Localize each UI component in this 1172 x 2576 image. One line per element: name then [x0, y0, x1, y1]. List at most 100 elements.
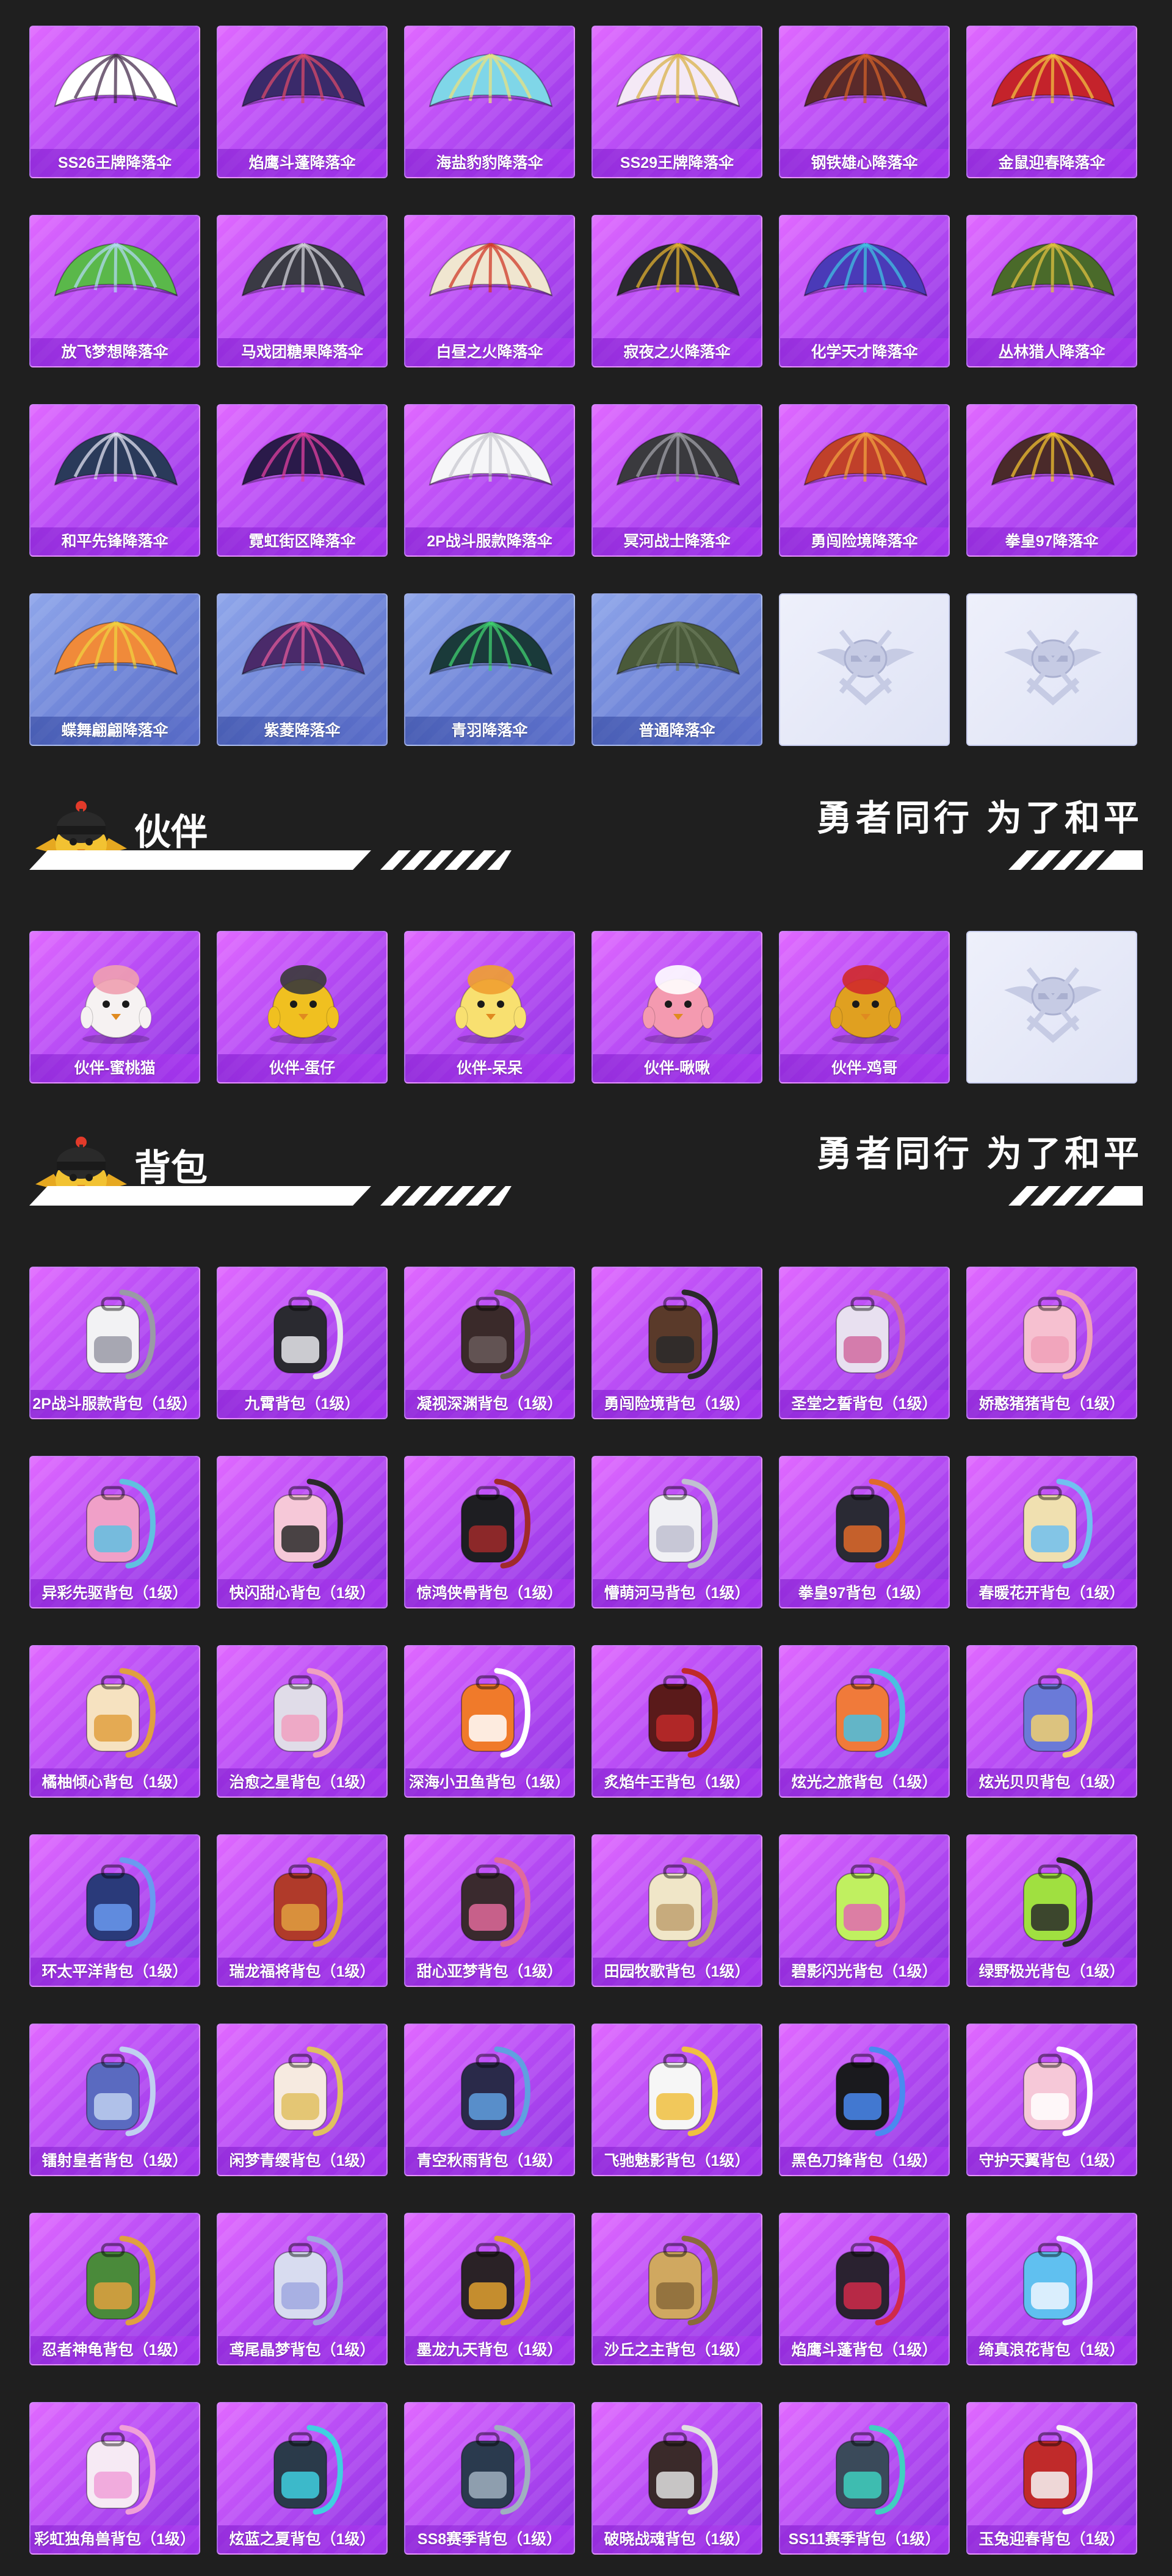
parachute-icon: [54, 432, 178, 486]
backpack-card[interactable]: 碧影闪光背包（1级）: [779, 1834, 950, 1987]
winged-helmet-emblem-icon: [1004, 629, 1102, 706]
parachute-icon: [429, 621, 553, 675]
backpack-card[interactable]: 惊鸿侠骨背包（1级）: [404, 1456, 575, 1608]
item-label: 蝶舞翩翩降落伞: [31, 717, 199, 745]
backpack-card[interactable]: SS11赛季背包（1级）: [779, 2402, 950, 2555]
backpack-card[interactable]: 守护天翼背包（1级）: [966, 2024, 1137, 2176]
slogan-stripes: [1008, 1186, 1143, 1206]
parachute-card[interactable]: 钢铁雄心降落伞: [779, 26, 950, 178]
backpack-card[interactable]: 橘柚倾心背包（1级）: [29, 1645, 200, 1798]
parachute-card[interactable]: 海盐豹豹降落伞: [404, 26, 575, 178]
backpack-card[interactable]: 凝视深渊背包（1级）: [404, 1267, 575, 1419]
backpack-card[interactable]: 甜心亚梦背包（1级）: [404, 1834, 575, 1987]
backpack-card[interactable]: 拳皇97背包（1级）: [779, 1456, 950, 1608]
parachute-card[interactable]: 普通降落伞: [591, 593, 762, 746]
parachute-card[interactable]: 化学天才降落伞: [779, 215, 950, 367]
parachute-card[interactable]: 紫菱降落伞: [217, 593, 388, 746]
companion-card[interactable]: 伙伴-蜜桃猫: [29, 931, 200, 1084]
item-label: 绿野极光背包（1级）: [968, 1958, 1136, 1986]
backpack-card[interactable]: 懵萌河马背包（1级）: [591, 1456, 762, 1608]
parachute-icon: [803, 432, 928, 486]
item-label: 青羽降落伞: [405, 717, 574, 745]
backpack-card[interactable]: 忍者神龟背包（1级）: [29, 2213, 200, 2365]
backpack-card[interactable]: 青空秋雨背包（1级）: [404, 2024, 575, 2176]
backpack-card[interactable]: 圣堂之誓背包（1级）: [779, 1267, 950, 1419]
parachute-card[interactable]: 和平先锋降落伞: [29, 404, 200, 557]
parachute-card[interactable]: 寂夜之火降落伞: [591, 215, 762, 367]
item-label: 冥河战士降落伞: [593, 527, 761, 555]
item-label: 白昼之火降落伞: [405, 338, 574, 366]
item-label: 环太平洋背包（1级）: [31, 1958, 199, 1986]
backpack-card[interactable]: 绿野极光背包（1级）: [966, 1834, 1137, 1987]
backpack-card[interactable]: 快闪甜心背包（1级）: [217, 1456, 388, 1608]
companion-card[interactable]: 伙伴-啾啾: [591, 931, 762, 1084]
backpack-card[interactable]: 治愈之星背包（1级）: [217, 1645, 388, 1798]
item-label: SS8赛季背包（1级）: [405, 2525, 574, 2553]
parachute-icon: [54, 242, 178, 297]
parachute-card[interactable]: 2P战斗服款降落伞: [404, 404, 575, 557]
parachute-card[interactable]: SS29王牌降落伞: [591, 26, 762, 178]
parachute-icon: [54, 53, 178, 107]
backpack-card[interactable]: 深海小丑鱼背包（1级）: [404, 1645, 575, 1798]
backpack-card[interactable]: 飞驰魅影背包（1级）: [591, 2024, 762, 2176]
backpack-card[interactable]: 春暖花开背包（1级）: [966, 1456, 1137, 1608]
backpack-card[interactable]: 绮真浪花背包（1级）: [966, 2213, 1137, 2365]
parachute-icon: [991, 242, 1115, 297]
backpack-card[interactable]: 炙焰牛王背包（1级）: [591, 1645, 762, 1798]
backpack-card[interactable]: 破晓战魂背包（1级）: [591, 2402, 762, 2555]
backpack-icon: [461, 1289, 530, 1380]
item-label: 沙丘之主背包（1级）: [593, 2336, 761, 2364]
item-label: 拳皇97降落伞: [968, 527, 1136, 555]
backpack-card[interactable]: 炫光贝贝背包（1级）: [966, 1645, 1137, 1798]
companion-card[interactable]: 伙伴-鸡哥: [779, 931, 950, 1084]
backpack-card[interactable]: 沙丘之主背包（1级）: [591, 2213, 762, 2365]
backpack-card[interactable]: 2P战斗服款背包（1级）: [29, 1267, 200, 1419]
companion-icon: [267, 965, 339, 1044]
backpack-card[interactable]: SS8赛季背包（1级）: [404, 2402, 575, 2555]
parachute-icon: [241, 53, 366, 107]
parachute-card[interactable]: 冥河战士降落伞: [591, 404, 762, 557]
parachute-card[interactable]: 拳皇97降落伞: [966, 404, 1137, 557]
backpack-card[interactable]: 异彩先驱背包（1级）: [29, 1456, 200, 1608]
backpack-card[interactable]: 九霄背包（1级）: [217, 1267, 388, 1419]
companion-icon: [80, 965, 152, 1044]
companion-card[interactable]: 伙伴-蛋仔: [217, 931, 388, 1084]
parachute-icon: [241, 432, 366, 486]
parachute-icon: [616, 432, 740, 486]
parachute-card[interactable]: 金鼠迎春降落伞: [966, 26, 1137, 178]
parachute-card[interactable]: 勇闯险境降落伞: [779, 404, 950, 557]
backpack-card[interactable]: 环太平洋背包（1级）: [29, 1834, 200, 1987]
backpack-card[interactable]: 瑞龙福将背包（1级）: [217, 1834, 388, 1987]
backpack-card[interactable]: 炫光之旅背包（1级）: [779, 1645, 950, 1798]
backpack-card[interactable]: 炫蓝之夏背包（1级）: [217, 2402, 388, 2555]
backpack-card[interactable]: 墨龙九天背包（1级）: [404, 2213, 575, 2365]
backpack-card[interactable]: 鸢尾晶梦背包（1级）: [217, 2213, 388, 2365]
item-label: 黑色刀锋背包（1级）: [780, 2147, 949, 2175]
backpack-card[interactable]: 田园牧歌背包（1级）: [591, 1834, 762, 1987]
parachute-card[interactable]: 焰鹰斗蓬降落伞: [217, 26, 388, 178]
backpack-card[interactable]: 焰鹰斗蓬背包（1级）: [779, 2213, 950, 2365]
parachute-card[interactable]: 青羽降落伞: [404, 593, 575, 746]
backpack-card[interactable]: 勇闯险境背包（1级）: [591, 1267, 762, 1419]
item-label: 霓虹街区降落伞: [218, 527, 386, 555]
item-label: 焰鹰斗蓬降落伞: [218, 149, 386, 177]
parachute-card[interactable]: 霓虹街区降落伞: [217, 404, 388, 557]
parachute-card[interactable]: SS26王牌降落伞: [29, 26, 200, 178]
empty-slot-card: [966, 593, 1137, 746]
parachute-card[interactable]: 蝶舞翩翩降落伞: [29, 593, 200, 746]
parachute-card[interactable]: 丛林猎人降落伞: [966, 215, 1137, 367]
backpack-card[interactable]: 玉兔迎春背包（1级）: [966, 2402, 1137, 2555]
backpack-card[interactable]: 彩虹独角兽背包（1级）: [29, 2402, 200, 2555]
companion-card[interactable]: 伙伴-呆呆: [404, 931, 575, 1084]
backpack-card[interactable]: 娇憨猪猪背包（1级）: [966, 1267, 1137, 1419]
backpack-card[interactable]: 闲梦青缨背包（1级）: [217, 2024, 388, 2176]
parachute-card[interactable]: 白昼之火降落伞: [404, 215, 575, 367]
parachute-card[interactable]: 放飞梦想降落伞: [29, 215, 200, 367]
parachute-icon: [429, 242, 553, 297]
parachute-icon: [616, 242, 740, 297]
parachute-icon: [241, 242, 366, 297]
backpack-card[interactable]: 黑色刀锋背包（1级）: [779, 2024, 950, 2176]
backpack-icon: [86, 2235, 156, 2326]
backpack-card[interactable]: 镭射皇者背包（1级）: [29, 2024, 200, 2176]
parachute-card[interactable]: 马戏团糖果降落伞: [217, 215, 388, 367]
